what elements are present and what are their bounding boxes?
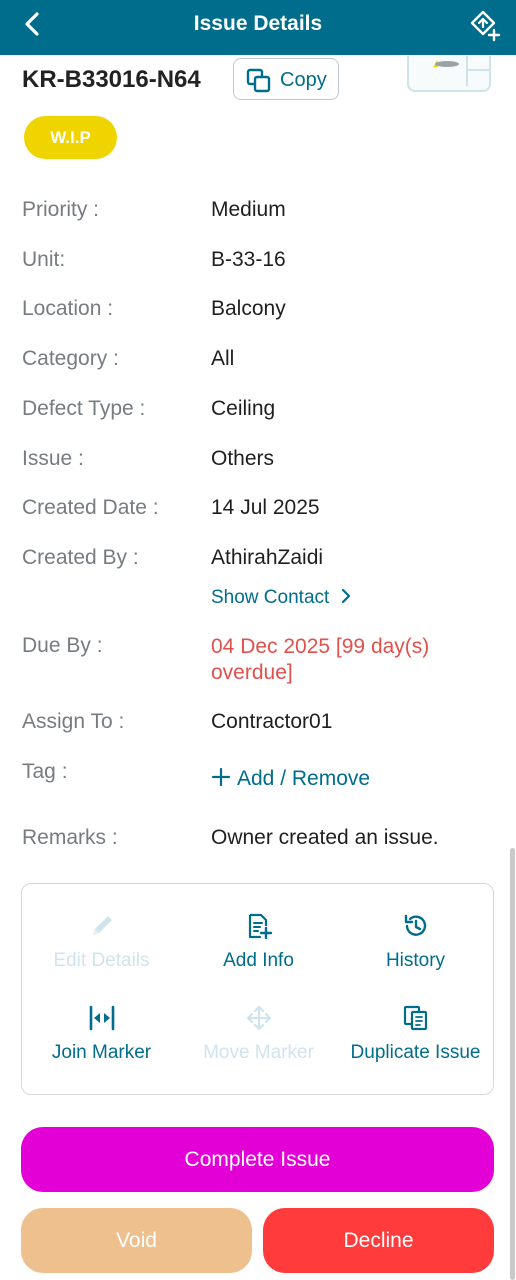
- move-marker-label: Move Marker: [203, 1042, 314, 1063]
- move-icon: [246, 1005, 271, 1031]
- show-contact-label: Show Contact: [211, 587, 330, 608]
- assign-to-label: Assign To :: [22, 710, 125, 733]
- history-icon: [404, 914, 426, 936]
- actions-card: Edit Details Add Info History Join Marke…: [21, 883, 494, 1095]
- created-by-label: Created By :: [22, 546, 139, 569]
- location-value: Balcony: [211, 297, 286, 320]
- document-add-icon: [248, 913, 272, 940]
- created-by-value: AthirahZaidi: [211, 546, 324, 569]
- tag-label: Tag :: [22, 760, 68, 783]
- duplicate-issue-label: Duplicate Issue: [350, 1042, 481, 1063]
- edit-details-button[interactable]: Edit Details: [23, 912, 180, 972]
- priority-value: Medium: [211, 198, 286, 221]
- add-marker-button[interactable]: [468, 8, 502, 42]
- duplicate-issue-button[interactable]: Duplicate Issue: [337, 1004, 494, 1064]
- complete-issue-button[interactable]: Complete Issue: [21, 1127, 494, 1192]
- edit-details-label: Edit Details: [53, 950, 150, 971]
- remarks-label: Remarks :: [22, 826, 118, 849]
- unit-label: Unit:: [22, 248, 66, 271]
- add-remove-tag-button[interactable]: Add / Remove: [211, 767, 370, 791]
- show-contact-link[interactable]: Show Contact: [211, 587, 353, 609]
- chevron-right-icon: [341, 588, 350, 604]
- add-info-button[interactable]: Add Info: [180, 912, 337, 972]
- top-bar: Issue Details: [0, 0, 516, 55]
- due-by-value: 04 Dec 2025 [99 day(s) overdue]: [211, 635, 430, 684]
- plus-icon: [211, 767, 231, 787]
- pencil-icon: [92, 916, 112, 935]
- copy-button[interactable]: Copy: [233, 58, 339, 100]
- created-date-value: 14 Jul 2025: [211, 496, 320, 519]
- add-remove-label: Add / Remove: [237, 767, 371, 790]
- join-marker-button[interactable]: Join Marker: [23, 1004, 180, 1064]
- duplicate-icon: [403, 1005, 427, 1031]
- floorplan-thumbnail[interactable]: [407, 56, 491, 92]
- void-button[interactable]: Void: [21, 1208, 252, 1273]
- move-marker-button[interactable]: Move Marker: [180, 1004, 337, 1064]
- due-by-label: Due By :: [22, 634, 103, 657]
- join-marker-label: Join Marker: [51, 1042, 152, 1063]
- issue-label: Issue :: [22, 447, 84, 470]
- defect-type-label: Defect Type :: [22, 397, 146, 420]
- marker-add-icon: [470, 10, 501, 42]
- location-label: Location :: [22, 297, 114, 320]
- add-info-label: Add Info: [223, 950, 294, 971]
- category-value: All: [211, 347, 235, 370]
- issue-id: KR-B33016-N64: [22, 66, 201, 93]
- history-button[interactable]: History: [337, 912, 494, 972]
- copy-label: Copy: [280, 69, 327, 91]
- issue-value: Others: [211, 447, 275, 470]
- remarks-value: Owner created an issue.: [211, 826, 439, 849]
- priority-label: Priority :: [22, 198, 100, 221]
- status-badge: W.I.P: [24, 116, 117, 159]
- copy-icon: [246, 68, 271, 93]
- unit-value: B-33-16: [211, 248, 286, 271]
- decline-button[interactable]: Decline: [263, 1208, 494, 1273]
- assign-to-value: Contractor01: [211, 710, 333, 733]
- category-label: Category :: [22, 347, 119, 370]
- history-label: History: [385, 950, 446, 971]
- scrollbar[interactable]: [510, 848, 515, 1280]
- created-date-label: Created Date :: [22, 496, 159, 519]
- join-icon: [89, 1005, 114, 1031]
- defect-type-value: Ceiling: [211, 397, 276, 420]
- page-title: Issue Details: [193, 12, 323, 35]
